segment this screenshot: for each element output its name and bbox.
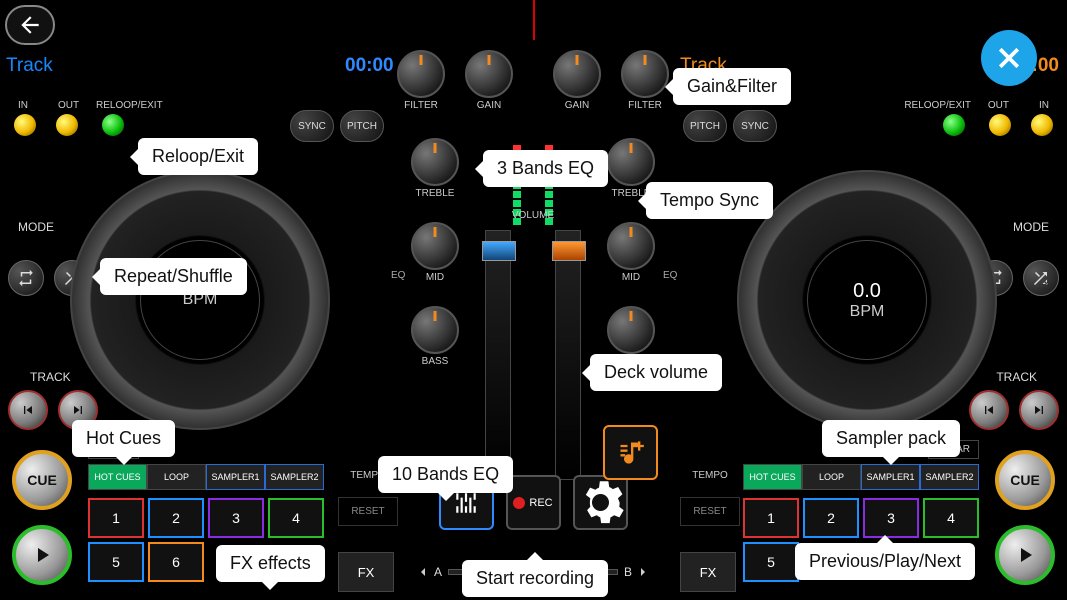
loop-in-button[interactable]: [14, 114, 36, 136]
pad-2[interactable]: 2: [803, 498, 859, 538]
cue-button[interactable]: CUE: [995, 450, 1055, 510]
pad-5[interactable]: 5: [743, 542, 799, 582]
mixer-section: FILTER GAIN GAIN FILTER TREBLE MID BASS …: [385, 50, 681, 590]
add-track-button[interactable]: [603, 425, 658, 480]
loop-in-button[interactable]: [1031, 114, 1053, 136]
treble-knob-b[interactable]: [607, 138, 655, 186]
pad-6[interactable]: 6: [148, 542, 204, 582]
tip-gainfilter: Gain&Filter: [673, 68, 791, 105]
playhead-marker: [533, 0, 535, 40]
fx-button-b[interactable]: FX: [680, 552, 736, 592]
tempo-label: TEMPO: [680, 470, 740, 481]
gain-knob-b[interactable]: [553, 50, 601, 98]
reloop-label: RELOOP/EXIT: [96, 100, 163, 111]
reloop-exit-button[interactable]: [102, 114, 124, 136]
pad-3[interactable]: 3: [208, 498, 264, 538]
mode-label: MODE: [18, 220, 54, 234]
loop-out-label: OUT: [988, 100, 1009, 111]
sync-button[interactable]: SYNC: [733, 110, 777, 142]
bpm-label: BPM: [850, 303, 885, 321]
record-button[interactable]: REC: [506, 475, 561, 530]
tip-rec: Start recording: [462, 560, 608, 597]
tab-loop[interactable]: LOOP: [147, 464, 206, 490]
mid-knob-b[interactable]: [607, 222, 655, 270]
next-track-button[interactable]: [1019, 390, 1059, 430]
jog-wheel-b[interactable]: 0.0 BPM: [737, 170, 997, 430]
pitch-button[interactable]: PITCH: [340, 110, 384, 142]
loop-in-label: IN: [18, 100, 28, 111]
tempo-reset-button[interactable]: RESET: [680, 497, 740, 526]
close-tutorial-button[interactable]: [981, 30, 1037, 86]
tip-temposync: Tempo Sync: [646, 182, 773, 219]
prev-track-button[interactable]: [969, 390, 1009, 430]
volume-label: VOLUME: [512, 210, 554, 221]
chevron-right-icon: [638, 567, 648, 577]
chevron-left-icon: [418, 567, 428, 577]
tip-hotcues: Hot Cues: [72, 420, 175, 457]
eq-label-a: EQ: [391, 270, 405, 281]
pad-1[interactable]: 1: [743, 498, 799, 538]
play-button[interactable]: [995, 525, 1055, 585]
filter-knob-a[interactable]: [397, 50, 445, 98]
fx-button-a[interactable]: FX: [338, 552, 394, 592]
record-icon: [513, 497, 525, 509]
tip-sampler: Sampler pack: [822, 420, 960, 457]
play-button[interactable]: [12, 525, 72, 585]
prev-track-button[interactable]: [8, 390, 48, 430]
repeat-button[interactable]: [8, 260, 44, 296]
cue-button[interactable]: CUE: [12, 450, 72, 510]
settings-fx-button[interactable]: [573, 475, 628, 530]
tip-pnp: Previous/Play/Next: [795, 543, 975, 580]
tab-sampler2[interactable]: SAMPLER2: [265, 464, 324, 490]
pad-5[interactable]: 5: [88, 542, 144, 582]
tip-reloop: Reloop/Exit: [138, 138, 258, 175]
bass-knob-b[interactable]: [607, 306, 655, 354]
shuffle-button[interactable]: [1023, 260, 1059, 296]
tab-sampler2[interactable]: SAMPLER2: [920, 464, 979, 490]
track-nav-label: TRACK: [996, 370, 1037, 384]
pad-1[interactable]: 1: [88, 498, 144, 538]
tip-deckvol: Deck volume: [590, 354, 722, 391]
gain-knob-a[interactable]: [465, 50, 513, 98]
loop-out-button[interactable]: [56, 114, 78, 136]
pad-4[interactable]: 4: [923, 498, 979, 538]
volume-fader-a[interactable]: [485, 230, 511, 480]
pad-2[interactable]: 2: [148, 498, 204, 538]
volume-fader-b[interactable]: [555, 230, 581, 480]
tab-loop[interactable]: LOOP: [802, 464, 861, 490]
bpm-value: 0.0: [853, 280, 881, 303]
loop-in-label: IN: [1039, 100, 1049, 111]
deck-a: IN OUT RELOOP/EXIT SYNC PITCH MODE BPM T…: [0, 90, 330, 138]
sync-button[interactable]: SYNC: [290, 110, 334, 142]
deck-a-track-title[interactable]: Track: [6, 55, 53, 77]
loop-out-label: OUT: [58, 100, 79, 111]
tip-fx: FX effects: [216, 545, 325, 582]
bass-knob-a[interactable]: [411, 306, 459, 354]
track-nav-label: TRACK: [30, 370, 71, 384]
mid-knob-a[interactable]: [411, 222, 459, 270]
reloop-exit-button[interactable]: [943, 114, 965, 136]
tempo-reset-button[interactable]: RESET: [338, 497, 398, 526]
back-button[interactable]: [5, 5, 55, 45]
mode-label: MODE: [1013, 220, 1049, 234]
reloop-label: RELOOP/EXIT: [904, 100, 971, 111]
pitch-button[interactable]: PITCH: [683, 110, 727, 142]
eq-label-b: EQ: [663, 270, 677, 281]
tip-repeat: Repeat/Shuffle: [100, 258, 247, 295]
pad-4[interactable]: 4: [268, 498, 324, 538]
tip-eq10: 10 Bands EQ: [378, 456, 513, 493]
loop-out-button[interactable]: [989, 114, 1011, 136]
tab-sampler1[interactable]: SAMPLER1: [206, 464, 265, 490]
tip-eq3: 3 Bands EQ: [483, 150, 608, 187]
treble-knob-a[interactable]: [411, 138, 459, 186]
jog-wheel-a[interactable]: BPM: [70, 170, 330, 430]
tab-hot-cues[interactable]: HOT CUES: [743, 464, 802, 490]
